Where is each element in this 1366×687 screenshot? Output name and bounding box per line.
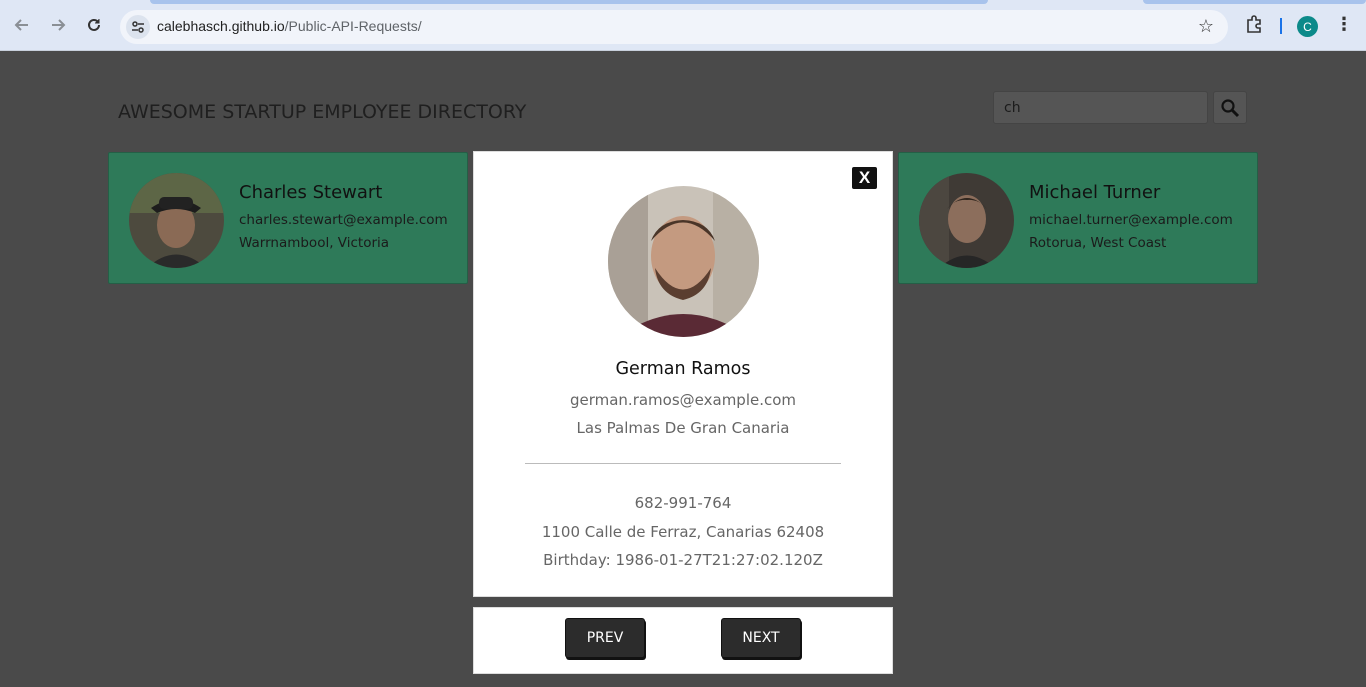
forward-icon[interactable]	[46, 13, 70, 37]
modal-birthday: Birthday: 1986-01-27T21:27:02.120Z	[543, 551, 823, 569]
search-input[interactable]	[993, 91, 1208, 124]
search-button[interactable]	[1213, 91, 1247, 124]
modal-divider	[525, 463, 841, 464]
card-name: Charles Stewart	[239, 182, 383, 203]
extensions-icon[interactable]	[1243, 14, 1265, 36]
url-path: /Public-API-Requests/	[284, 18, 422, 34]
modal-avatar	[608, 186, 759, 337]
avatar	[919, 173, 1014, 268]
modal-address: 1100 Calle de Ferraz, Canarias 62408	[541, 523, 825, 541]
card-email: charles.stewart@example.com	[239, 212, 448, 228]
page-title: AWESOME STARTUP EMPLOYEE DIRECTORY	[118, 101, 527, 123]
card-location: Rotorua, West Coast	[1029, 235, 1167, 251]
card-email: michael.turner@example.com	[1029, 212, 1233, 228]
active-tab-indicator	[150, 0, 988, 4]
bookmark-star-icon[interactable]: ☆	[1198, 16, 1214, 37]
employee-card[interactable]: Michael Turner michael.turner@example.co…	[898, 152, 1258, 284]
back-icon[interactable]	[10, 13, 34, 37]
search-icon	[1221, 98, 1240, 117]
modal-nav-container	[473, 607, 893, 674]
tab-indicator	[1143, 0, 1366, 4]
modal-email: german.ramos@example.com	[569, 391, 797, 409]
modal-phone: 682-991-764	[634, 494, 732, 512]
site-info-icon[interactable]	[126, 15, 150, 39]
modal-city: Las Palmas De Gran Canaria	[576, 419, 790, 437]
browser-menu-icon[interactable]: ⋮	[1334, 14, 1354, 38]
url-text: calebhasch.github.io/Public-API-Requests…	[157, 18, 422, 34]
address-bar[interactable]: calebhasch.github.io/Public-API-Requests…	[120, 10, 1228, 44]
profile-avatar[interactable]: C	[1297, 16, 1318, 37]
browser-toolbar: calebhasch.github.io/Public-API-Requests…	[0, 0, 1366, 51]
modal-close-button[interactable]: X	[852, 167, 877, 189]
employee-card[interactable]: Charles Stewart charles.stewart@example.…	[108, 152, 468, 284]
reload-icon[interactable]	[82, 13, 106, 37]
avatar	[129, 173, 224, 268]
prev-button[interactable]: PREV	[565, 618, 645, 658]
toolbar-divider	[1280, 18, 1282, 34]
next-button[interactable]: NEXT	[721, 618, 801, 658]
card-location: Warrnambool, Victoria	[239, 235, 390, 251]
url-host: calebhasch.github.io	[157, 18, 285, 34]
modal-name: German Ramos	[615, 359, 751, 379]
card-name: Michael Turner	[1029, 182, 1161, 203]
